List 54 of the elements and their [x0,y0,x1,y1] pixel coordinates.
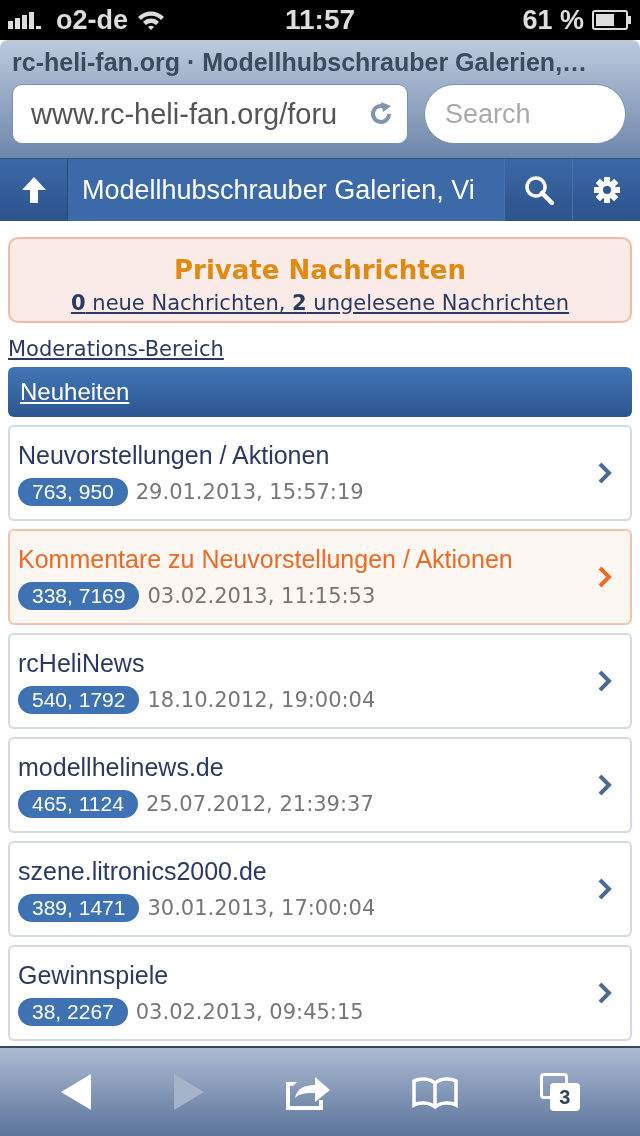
private-messages-title: Private Nachrichten [174,255,466,285]
messages-link[interactable]: 0 neue Nachrichten, 2 ungelesene Nachrichten [71,291,569,315]
forum-name: modellhelinews.de [18,752,225,782]
count-badge: 38, 2267 [18,997,128,1026]
last-post-date: 29.01.2013, 15:57:19 [135,479,364,504]
back-button[interactable] [60,1073,93,1111]
battery-icon [592,10,632,30]
chevron-icon [598,982,612,1004]
forum-item[interactable]: Gewinnspiele 38, 2267 03.02.2013, 09:45:15 [8,945,632,1041]
search-button[interactable] [504,159,572,221]
forum-name: Gewinnspiele [18,960,170,990]
up-button[interactable] [0,159,68,221]
last-post-date: 18.10.2012, 19:00:04 [147,687,376,712]
last-post-date: 30.01.2013, 17:00:04 [147,895,376,920]
chevron-icon [598,566,612,588]
search-icon [523,175,554,205]
moderation-link[interactable]: Moderations-Bereich [8,337,224,361]
forum-item[interactable]: Neuvorstellungen / Aktionen 763, 950 29.01.2013, 15:57:19 [8,425,632,521]
count-badge: 389, 1471 [18,893,140,922]
forum-name: rcHeliNews [18,648,146,678]
forum-title: Modellhubschrauber Galerien, Vi [68,159,504,221]
address-field[interactable]: www.rc-heli-fan.org/foru [12,84,408,144]
settings-icon [592,176,621,204]
count-badge: 763, 950 [18,477,128,506]
last-post-date: 03.02.2013, 09:45:15 [135,999,364,1024]
forum-item[interactable]: modellhelinews.de 465, 1124 25.07.2012, 21:39:37 [8,737,632,833]
up-arrow-icon [20,176,47,204]
forum-item[interactable]: rcHeliNews 540, 1792 18.10.2012, 19:00:04 [8,633,632,729]
chevron-icon [598,878,612,900]
battery-percent: 61 % [522,4,584,36]
chevron-icon [598,670,612,692]
forum-item[interactable]: Kommentare zu Neuvorstellungen / Aktionen 338, 7169 03.02.2013, 11:15:53 [8,529,632,625]
page-title: rc-heli-fan.org · Modellhubschrauber Galerien,… [12,47,589,78]
back-arrow-icon [60,1073,93,1111]
settings-button[interactable] [572,159,640,221]
forum-name: Neuvorstellungen / Aktionen [18,440,331,470]
book-icon [411,1075,460,1109]
section-link[interactable]: Neuheiten [20,378,130,406]
count-badge: 465, 1124 [18,789,138,818]
clock: 11:57 [284,4,356,36]
forum-item[interactable]: szene.litronics2000.de 389, 1471 30.01.2013, 17:00:04 [8,841,632,937]
count-badge: 540, 1792 [18,685,140,714]
forum-name: szene.litronics2000.de [18,856,268,886]
bookmarks-button[interactable] [411,1075,460,1109]
carrier-name: o2-de [56,4,128,36]
search-field[interactable]: Search [424,84,626,144]
chevron-icon [598,774,612,796]
forum-name: Kommentare zu Neuvorstellungen / Aktionen [18,544,514,574]
count-badge: 338, 7169 [18,581,140,610]
last-post-date: 25.07.2012, 21:39:37 [145,791,374,816]
wifi-icon [136,9,166,31]
last-post-date: 03.02.2013, 11:15:53 [147,583,376,608]
chevron-icon [598,462,612,484]
forward-arrow-icon [172,1073,205,1111]
